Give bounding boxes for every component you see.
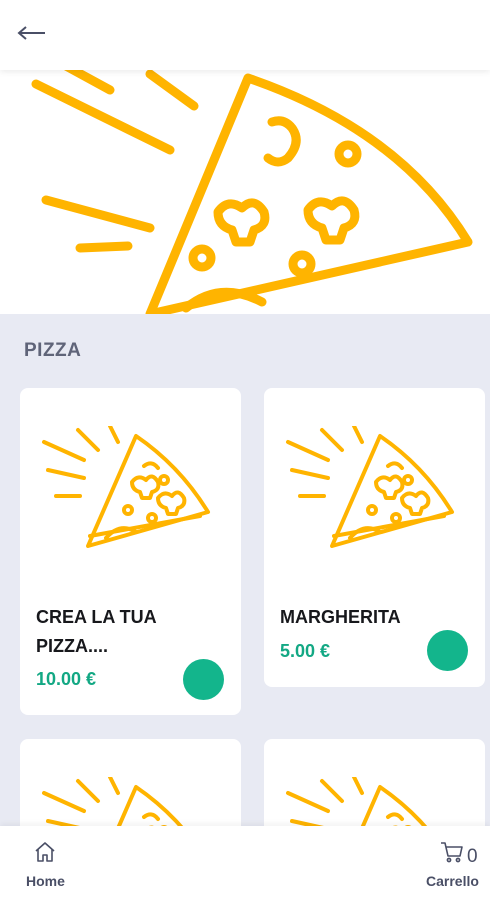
product-price: 10.00 € (36, 669, 97, 689)
product-card[interactable]: CREA LA TUA PIZZA.... 10.00 € (20, 388, 241, 715)
product-card[interactable]: MARGHERITA 5.00 € (264, 388, 485, 687)
add-to-cart-button[interactable] (183, 659, 224, 715)
add-to-cart-button[interactable] (427, 630, 468, 686)
product-name: CREA LA TUA PIZZA.... (36, 607, 156, 656)
pizza-icon (286, 426, 454, 548)
nav-home[interactable]: Home (26, 840, 65, 889)
bottom-nav: Home Carrello (0, 826, 490, 900)
top-bar (0, 0, 490, 70)
nav-cart-label: Carrello (426, 873, 479, 889)
pizza-hero-icon (31, 70, 473, 314)
cart-icon (439, 840, 465, 869)
product-name: MARGHERITA (280, 607, 401, 627)
product-price: 5.00 € (280, 641, 331, 661)
section-title: PIZZA (24, 340, 82, 361)
cart-count-badge: 0 (467, 846, 478, 867)
pizza-icon (42, 426, 210, 548)
arrow-left-icon (17, 25, 47, 46)
hero-image (0, 70, 490, 314)
nav-home-label: Home (26, 873, 65, 889)
home-icon (33, 840, 57, 869)
back-button[interactable] (14, 20, 50, 50)
